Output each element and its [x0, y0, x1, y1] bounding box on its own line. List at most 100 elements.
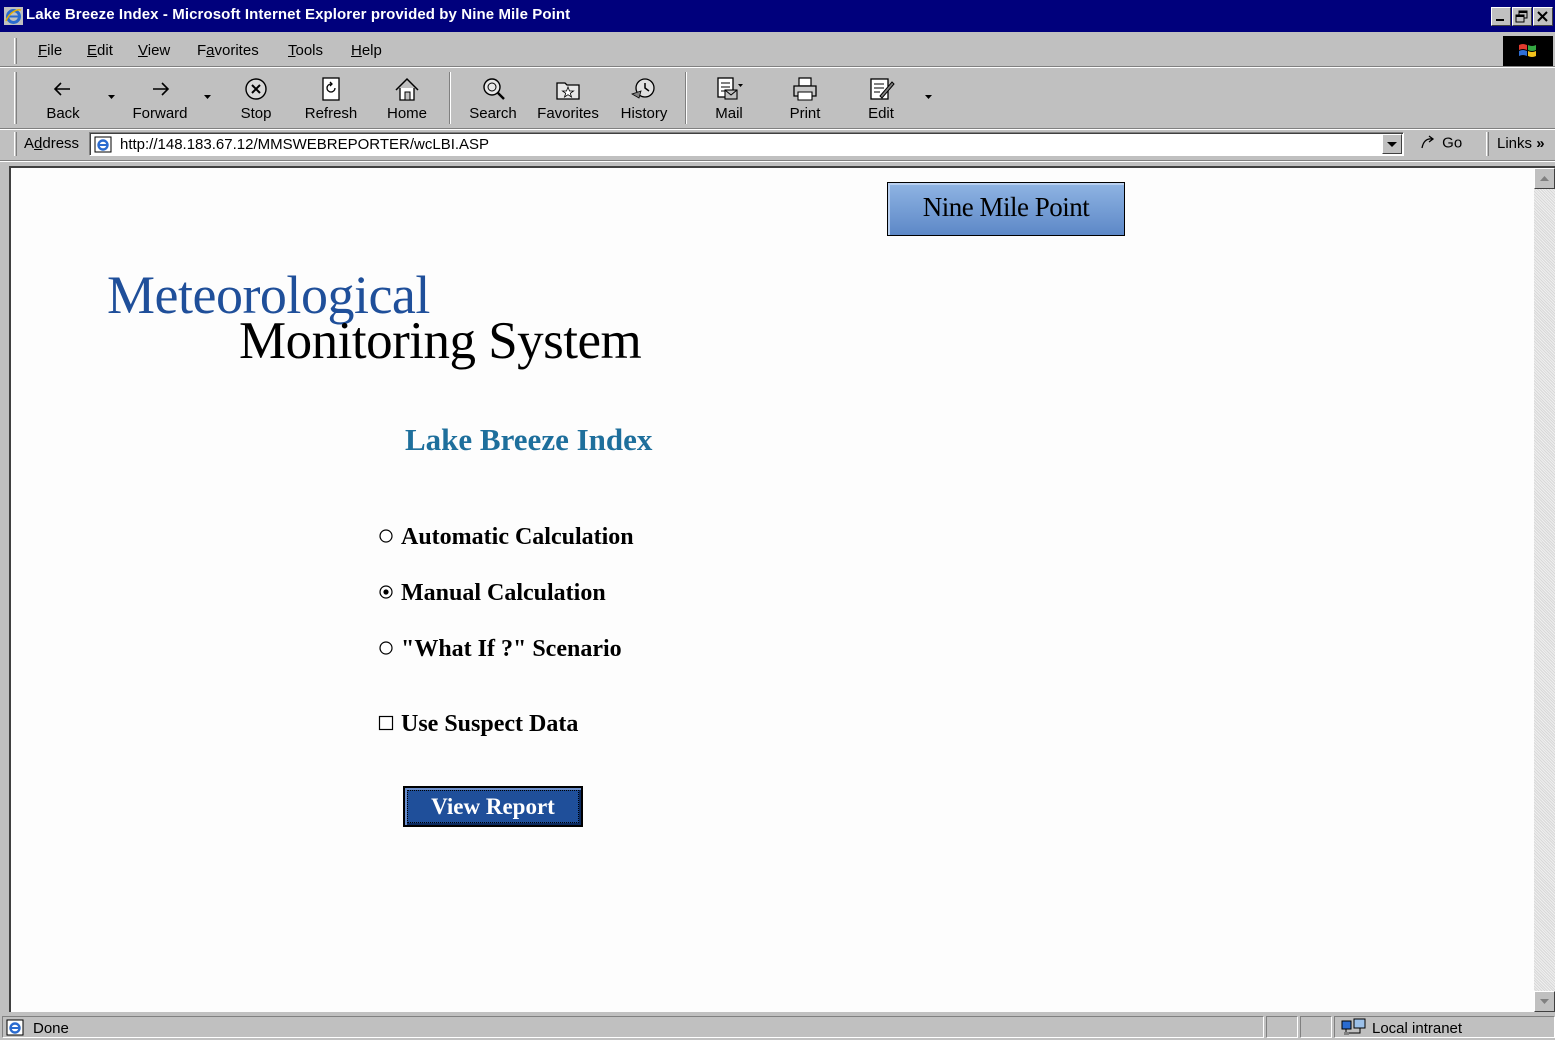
- toolbar-grip[interactable]: [14, 72, 17, 124]
- forward-button[interactable]: Forward: [122, 72, 198, 124]
- go-label: Go: [1442, 134, 1463, 152]
- scroll-up-button[interactable]: [1534, 168, 1555, 189]
- print-button[interactable]: Print: [776, 72, 834, 124]
- edit-icon: [870, 78, 895, 100]
- windows-flag-icon: [1519, 44, 1536, 57]
- scroll-down-button[interactable]: [1534, 991, 1555, 1012]
- address-dropdown-button[interactable]: [1382, 134, 1402, 154]
- vertical-scrollbar[interactable]: [1534, 168, 1555, 1012]
- ie-page-icon: [6, 1019, 24, 1036]
- banner-label: Nine Mile Point: [922, 192, 1090, 222]
- go-button[interactable]: Go: [1418, 134, 1462, 154]
- local-intranet-icon: [1341, 1018, 1366, 1035]
- window-title: Lake Breeze Index - Microsoft Internet E…: [26, 6, 571, 23]
- scroll-down-icon: [1540, 999, 1549, 1004]
- zone-label: Local intranet: [1372, 1020, 1463, 1037]
- nine-mile-point-banner[interactable]: Nine Mile Point: [887, 182, 1125, 236]
- status-pane-3: [1300, 1016, 1332, 1038]
- radio-manual[interactable]: [378, 584, 394, 600]
- favorites-label: Favorites: [537, 105, 599, 122]
- search-button[interactable]: Search: [462, 72, 524, 124]
- refresh-label: Refresh: [304, 105, 358, 122]
- go-arrow-icon: [1421, 135, 1435, 149]
- chevron-right-icon: »: [1536, 135, 1545, 152]
- search-label: Search: [469, 105, 517, 122]
- links-label: Links: [1497, 135, 1533, 152]
- stop-icon: [245, 78, 267, 100]
- history-icon: [631, 78, 655, 99]
- close-button[interactable]: [1533, 7, 1553, 26]
- stop-label: Stop: [240, 105, 272, 122]
- menu-favorites[interactable]: Favorites: [197, 42, 259, 59]
- edit-label: Edit: [868, 105, 894, 122]
- option-label: Automatic Calculation: [401, 524, 634, 550]
- home-icon: [395, 77, 419, 101]
- radio-automatic[interactable]: [378, 528, 394, 544]
- back-label: Back: [46, 105, 80, 122]
- menu-grip[interactable]: [14, 38, 17, 64]
- standard-toolbar: Back Forward Stop Refresh Home Search Fa…: [0, 68, 1555, 128]
- history-label: History: [620, 105, 668, 122]
- ie-logo-icon: [4, 7, 23, 25]
- option-automatic-calculation[interactable]: Automatic Calculation: [378, 524, 634, 551]
- toolbar-more-dropdown-icon[interactable]: [924, 94, 933, 100]
- address-url: http://148.183.67.12/MMSWEBREPORTER/wcLB…: [120, 136, 490, 153]
- address-grip[interactable]: [14, 132, 17, 156]
- page-title: Lake Breeze Index: [405, 422, 653, 457]
- mail-button[interactable]: Mail: [700, 72, 758, 124]
- print-label: Print: [789, 105, 821, 122]
- stop-button[interactable]: Stop: [226, 72, 286, 124]
- history-button[interactable]: History: [614, 72, 674, 124]
- back-button[interactable]: Back: [32, 72, 94, 124]
- checkbox-label: Use Suspect Data: [401, 711, 579, 737]
- status-pane-2: [1266, 1016, 1298, 1038]
- page-content: Nine Mile Point Meteorological Monitorin…: [9, 166, 1555, 1012]
- menu-tools[interactable]: Tools: [288, 42, 323, 59]
- menu-view[interactable]: View: [138, 42, 170, 59]
- scroll-up-icon: [1540, 176, 1549, 181]
- suspect-data-checkbox[interactable]: [378, 715, 394, 731]
- back-arrow-icon: [53, 82, 70, 96]
- links-button[interactable]: Links »: [1497, 135, 1545, 152]
- close-icon: [1537, 11, 1548, 22]
- forward-arrow-icon: [153, 82, 170, 96]
- menu-bar: File Edit View Favorites Tools Help: [0, 36, 1555, 66]
- back-dropdown-icon[interactable]: [107, 94, 116, 100]
- favorites-folder-icon: [556, 82, 580, 100]
- minimize-button[interactable]: [1491, 7, 1511, 26]
- option-manual-calculation[interactable]: Manual Calculation: [378, 580, 606, 607]
- windows-logo: [1503, 36, 1553, 66]
- title-bar: Lake Breeze Index - Microsoft Internet E…: [0, 0, 1555, 32]
- option-what-if-scenario[interactable]: "What If ?" Scenario: [378, 636, 622, 663]
- menu-edit[interactable]: Edit: [87, 42, 113, 59]
- option-label: Manual Calculation: [401, 580, 606, 606]
- logo-monitoring-system: Monitoring System: [239, 312, 642, 370]
- ie-page-icon: [94, 136, 112, 153]
- radio-what-if[interactable]: [378, 640, 394, 656]
- option-label: "What If ?" Scenario: [401, 636, 622, 662]
- print-icon: [793, 77, 817, 101]
- menu-file[interactable]: File: [38, 42, 62, 59]
- status-main-pane: Done: [2, 1016, 1264, 1038]
- status-zone-pane: Local intranet: [1334, 1016, 1555, 1038]
- address-bar: Address http://148.183.67.12/MMSWEBREPOR…: [0, 130, 1555, 158]
- refresh-icon: [322, 77, 340, 101]
- status-bar: Done Local intranet: [0, 1014, 1555, 1040]
- restore-button[interactable]: [1512, 7, 1532, 26]
- home-label: Home: [386, 105, 427, 122]
- forward-label: Forward: [132, 105, 188, 122]
- home-button[interactable]: Home: [378, 72, 436, 124]
- favorites-button[interactable]: Favorites: [532, 72, 604, 124]
- refresh-button[interactable]: Refresh: [296, 72, 366, 124]
- address-label: Address: [24, 135, 80, 152]
- menu-help[interactable]: Help: [351, 42, 382, 59]
- mail-icon: [717, 77, 743, 100]
- address-input[interactable]: http://148.183.67.12/MMSWEBREPORTER/wcLB…: [89, 132, 1404, 156]
- view-report-button[interactable]: View Report: [403, 786, 583, 827]
- view-report-label: View Report: [431, 794, 555, 819]
- restore-icon: [1515, 10, 1528, 23]
- use-suspect-data[interactable]: Use Suspect Data: [378, 711, 578, 738]
- search-icon: [483, 78, 505, 100]
- edit-button[interactable]: Edit: [852, 72, 910, 124]
- forward-dropdown-icon[interactable]: [203, 94, 212, 100]
